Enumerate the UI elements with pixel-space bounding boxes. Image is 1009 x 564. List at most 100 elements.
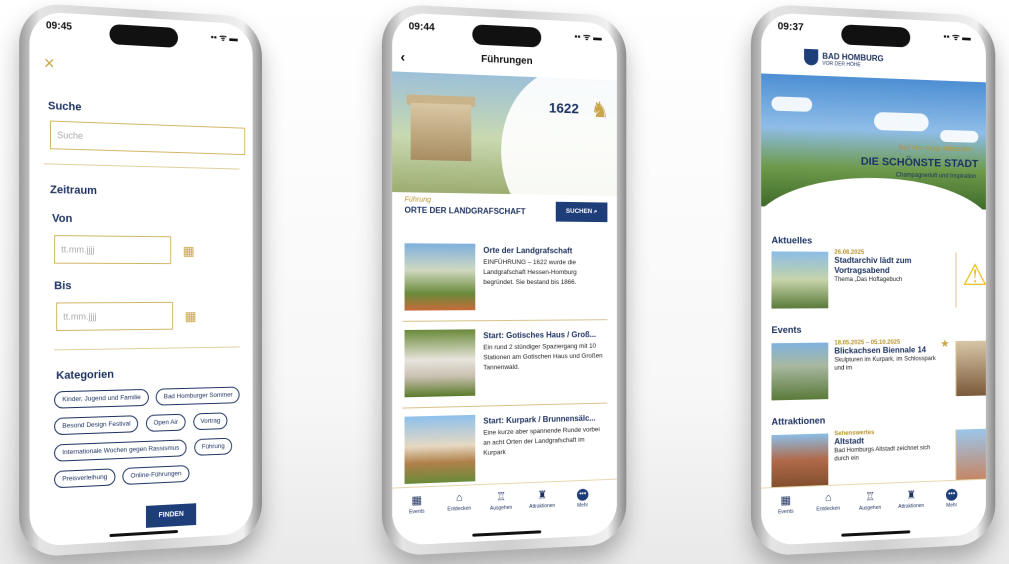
bis-label: Bis bbox=[54, 280, 72, 293]
status-icons: ▪▪ ᯤ ▬ bbox=[210, 31, 238, 44]
next-card-peek[interactable] bbox=[955, 428, 986, 485]
status-icons: ▪▪ ᯤ ▬ bbox=[943, 31, 971, 43]
cloud bbox=[874, 111, 929, 132]
category-chip[interactable]: Open Air bbox=[145, 413, 186, 432]
phone-search: 09:45 ▪▪ ᯤ ▬ × Suche Suche Zeitraum Von … bbox=[19, 2, 262, 558]
tour-title: Start: Gotisches Haus / Groß... bbox=[483, 330, 597, 341]
category-chip[interactable]: Online-Führungen bbox=[122, 465, 190, 486]
category-chip[interactable]: Kinder, Jugend und Familie bbox=[54, 388, 149, 409]
tour-thumbnail bbox=[404, 329, 476, 398]
zeitraum-label: Zeitraum bbox=[50, 183, 97, 198]
bag-icon: ⌂ bbox=[824, 491, 832, 505]
calendar-icon[interactable]: ▦ bbox=[185, 309, 197, 325]
tour-thumbnail bbox=[404, 414, 476, 485]
status-time: 09:44 bbox=[408, 21, 435, 34]
dynamic-island bbox=[109, 23, 178, 48]
news-thumbnail bbox=[771, 251, 829, 309]
hero-title: ORTE DER LANDGRAFSCHAFT bbox=[404, 205, 526, 217]
category-chip[interactable]: Vortrag bbox=[192, 412, 228, 431]
tab-label: Events bbox=[777, 508, 794, 516]
section-aktuelles: Aktuelles bbox=[771, 235, 813, 246]
kategorien-label: Kategorien bbox=[56, 368, 114, 383]
divider bbox=[54, 346, 240, 351]
home-indicator bbox=[472, 530, 542, 537]
category-chip[interactable]: Preisverleihung bbox=[54, 468, 116, 489]
category-chips: Kinder, Jugend und Familie Bad Homburger… bbox=[54, 383, 253, 494]
tour-list: Orte der Landgrafschaft EINFÜHRUNG – 162… bbox=[392, 235, 617, 496]
home-indicator bbox=[109, 529, 178, 538]
hero-image bbox=[761, 73, 986, 210]
tour-thumbnail bbox=[404, 243, 476, 311]
tower-icon: ♜ bbox=[906, 489, 916, 502]
search-button[interactable]: SUCHEN ⌕ bbox=[555, 201, 608, 223]
page-title: Führungen bbox=[481, 53, 533, 68]
tab-entdecken[interactable]: ⌂ Entdecken bbox=[439, 491, 479, 513]
hero-title: DIE SCHÖNSTE STADT bbox=[860, 155, 979, 171]
calendar-icon[interactable]: ▦ bbox=[183, 243, 195, 259]
tab-label: Mehr bbox=[946, 502, 958, 509]
list-item[interactable]: Start: Gotisches Haus / Groß... Ein rund… bbox=[402, 320, 608, 409]
close-icon[interactable]: × bbox=[44, 53, 55, 75]
von-label: Von bbox=[52, 212, 73, 226]
tab-entdecken[interactable]: ⌂ Entdecken bbox=[808, 491, 848, 513]
phone-home: 09:37 ▪▪ ᯤ ▬ BAD HOMBURG VOR DER HÖHE Ba… bbox=[750, 3, 996, 557]
dynamic-island bbox=[472, 24, 542, 48]
star-icon[interactable]: ★ bbox=[940, 337, 949, 350]
tab-bar: ▦ Events ⌂ Entdecken ♖ Ausgehen ♜ Attraktion… bbox=[392, 478, 617, 532]
tab-ausgehen[interactable]: ♖ Ausgehen bbox=[481, 489, 520, 512]
home-indicator bbox=[841, 530, 911, 537]
event-thumbnail bbox=[771, 342, 829, 401]
news-title: Stadtarchiv lädt zum Vortragsabend bbox=[834, 255, 912, 276]
hero-kicker: Führung bbox=[404, 196, 432, 204]
tab-attraktionen[interactable]: ♜ Attraktionen bbox=[523, 488, 562, 511]
status-time: 09:37 bbox=[777, 21, 804, 34]
category-chip[interactable]: Internationale Wochen gegen Rassismus bbox=[54, 439, 187, 462]
back-icon[interactable]: ‹ bbox=[400, 43, 405, 70]
event-card[interactable]: 18.05.2025 – 05.10.2025 Blickachsen Bien… bbox=[771, 337, 986, 407]
tab-ausgehen[interactable]: ♖ Ausgehen bbox=[850, 489, 889, 512]
bis-date-field[interactable]: tt.mm.jjjj bbox=[56, 301, 174, 332]
tab-attraktionen[interactable]: ♜ Attraktionen bbox=[892, 488, 931, 511]
search-screen: 09:45 ▪▪ ᯤ ▬ × Suche Suche Zeitraum Von … bbox=[29, 10, 253, 548]
find-button[interactable]: FINDEN bbox=[145, 503, 197, 528]
status-icons: ▪▪ ᯤ ▬ bbox=[574, 31, 602, 43]
attraction-description: Bad Homburgs Altstadt zeichnet sich durc… bbox=[834, 445, 931, 463]
attraction-thumbnail bbox=[771, 433, 829, 493]
tab-events[interactable]: ▦ Events bbox=[765, 493, 806, 516]
calendar-icon: ▦ bbox=[411, 494, 423, 508]
tab-label: Entdecken bbox=[447, 505, 472, 513]
tab-label: Entdecken bbox=[816, 505, 841, 513]
home-screen: 09:37 ▪▪ ᯤ ▬ BAD HOMBURG VOR DER HÖHE Ba… bbox=[761, 12, 986, 546]
list-item[interactable]: Orte der Landgrafschaft EINFÜHRUNG – 162… bbox=[402, 235, 608, 322]
more-icon: ••• bbox=[945, 488, 958, 501]
brand-logo: BAD HOMBURG VOR DER HÖHE bbox=[822, 52, 883, 70]
tour-description: EINFÜHRUNG – 1622 wurde die Landgrafscha… bbox=[483, 258, 577, 287]
section-events: Events bbox=[771, 324, 802, 336]
cloud bbox=[771, 96, 813, 112]
news-card[interactable]: 26.08.2025 Stadtarchiv lädt zum Vortrags… bbox=[771, 249, 986, 314]
section-attraktionen: Attraktionen bbox=[771, 415, 826, 427]
search-input[interactable]: Suche bbox=[50, 120, 246, 156]
category-chip[interactable]: Führung bbox=[194, 437, 233, 456]
dynamic-island bbox=[841, 24, 911, 48]
next-card-peek[interactable] bbox=[955, 340, 986, 397]
hero-swoosh bbox=[761, 175, 986, 210]
category-chip[interactable]: Besond Design Festival bbox=[54, 415, 139, 436]
crest-icon bbox=[804, 48, 819, 66]
tab-label: Ausgehen bbox=[489, 504, 513, 512]
tab-bar: ▦ Events ⌂ Entdecken ♖ Ausgehen ♜ Attraktion… bbox=[761, 478, 986, 532]
tab-mehr[interactable]: ••• Mehr bbox=[563, 486, 601, 509]
news-description: Thema „Das Hoftagebuch bbox=[834, 276, 903, 284]
category-chip[interactable]: Bad Homburger Sommer bbox=[155, 386, 241, 406]
tab-label: Mehr bbox=[577, 502, 589, 509]
tab-mehr[interactable]: ••• Mehr bbox=[932, 486, 970, 509]
tab-events[interactable]: ▦ Events bbox=[396, 493, 437, 516]
tab-label: Attraktionen bbox=[529, 502, 556, 510]
status-time: 09:45 bbox=[45, 20, 72, 33]
tour-title: Orte der Landgrafschaft bbox=[483, 245, 573, 256]
logo-1622: 1622 bbox=[548, 99, 579, 117]
tour-description: Eine kurze aber spannende Runde vorbei a… bbox=[483, 426, 600, 457]
warning-icon: ⚠ bbox=[962, 259, 986, 292]
next-card-peek[interactable]: ⚠ bbox=[955, 252, 986, 308]
von-date-field[interactable]: tt.mm.jjjj bbox=[54, 235, 172, 265]
